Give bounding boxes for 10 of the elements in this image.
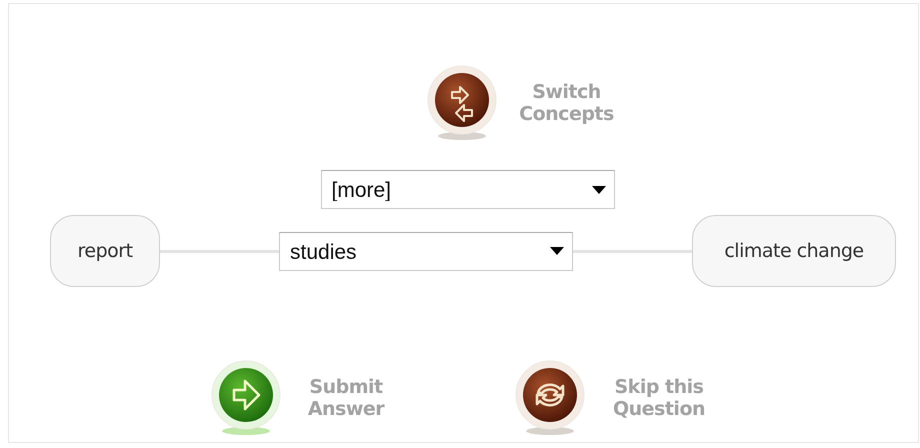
switch-concepts-button[interactable]: Switch Concepts xyxy=(426,64,622,142)
swap-arrows-icon xyxy=(426,64,498,142)
concept-dropdown[interactable]: [more] xyxy=(320,170,614,209)
concept-node: climate change xyxy=(692,215,896,287)
skip-question-button[interactable]: Skip this Question xyxy=(514,359,718,437)
right-arrow-icon xyxy=(210,359,282,437)
submit-answer-button[interactable]: Submit Answer xyxy=(210,359,396,437)
relation-dropdown[interactable]: studies xyxy=(279,232,573,270)
concept-node: report xyxy=(50,215,160,287)
circular-arrows-icon xyxy=(514,359,586,437)
